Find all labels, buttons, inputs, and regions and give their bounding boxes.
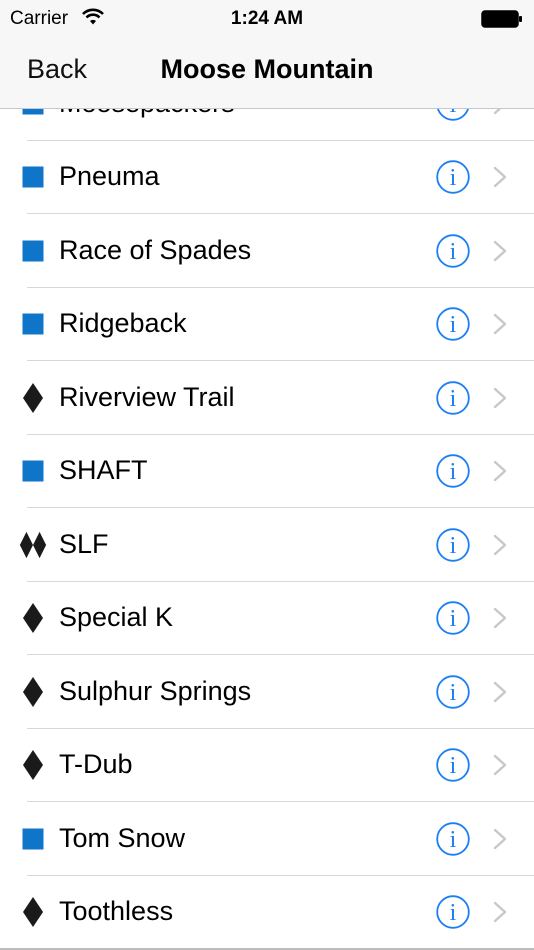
run-name: Sulphur Springs (59, 675, 252, 706)
battery-icon (481, 10, 523, 33)
info-button-icon[interactable]: i (436, 528, 470, 562)
chevron-right-icon (493, 313, 507, 335)
svg-text:i: i (450, 606, 457, 632)
blue-square-icon (18, 236, 48, 266)
chevron-right-icon (493, 240, 507, 262)
black-diamond-icon (18, 603, 48, 634)
run-name: Race of Spades (59, 234, 252, 265)
page-title: Moose Mountain (160, 54, 374, 84)
info-button-icon[interactable]: i (436, 748, 470, 782)
svg-text:i: i (450, 753, 457, 779)
blue-square-icon (18, 456, 48, 486)
run-name: Riverview Trail (59, 381, 235, 412)
info-button-icon[interactable]: i (436, 454, 470, 488)
run-name: Pneuma (59, 161, 160, 192)
chevron-right-icon (493, 754, 507, 776)
svg-text:i: i (450, 533, 457, 559)
list-item[interactable]: Tom Snow i (0, 802, 534, 876)
chevron-right-icon (493, 607, 507, 629)
svg-text:i: i (450, 239, 457, 265)
svg-text:i: i (450, 165, 457, 191)
list-item[interactable]: SLF i (0, 508, 534, 582)
chevron-right-icon (493, 534, 507, 556)
svg-text:i: i (450, 386, 457, 412)
info-button-icon[interactable]: i (436, 160, 470, 194)
list-item[interactable]: Pneuma i (0, 141, 534, 215)
list-item[interactable]: Race of Spades i (0, 214, 534, 288)
run-name: Ridgeback (59, 308, 187, 339)
chevron-right-icon (493, 828, 507, 850)
black-diamond-icon (18, 897, 48, 928)
svg-text:i: i (450, 900, 457, 926)
info-button-icon[interactable]: i (436, 307, 470, 341)
blue-square-icon (18, 309, 48, 339)
blue-square-icon (18, 162, 48, 192)
run-name: Special K (59, 602, 174, 633)
status-time: 1:24 AM (230, 8, 304, 29)
chevron-right-icon (493, 901, 507, 923)
navigation-bar: Back Moose Mountain (0, 40, 534, 109)
svg-text:i: i (450, 680, 457, 706)
svg-text:i: i (450, 827, 457, 853)
status-bar: Carrier 1:24 AM (0, 0, 534, 40)
run-name: SHAFT (59, 455, 148, 486)
black-diamond-icon (18, 676, 48, 707)
double-black-diamond-icon (18, 530, 48, 560)
list-item[interactable]: Sulphur Springs i (0, 655, 534, 729)
chevron-right-icon (493, 460, 507, 482)
info-button-icon[interactable]: i (436, 675, 470, 709)
chevron-right-icon (493, 166, 507, 188)
list-item[interactable]: Special K i (0, 582, 534, 656)
black-diamond-icon (18, 382, 48, 413)
list-item[interactable]: Toothless i (0, 876, 534, 950)
run-list: MoosepackersiPneumaiRace of SpadesiRidge… (0, 67, 534, 949)
run-name: Toothless (59, 896, 174, 927)
list-item[interactable]: Ridgeback i (0, 288, 534, 362)
black-diamond-icon (18, 750, 48, 781)
list-item[interactable]: Riverview Trail i (0, 361, 534, 435)
list-item[interactable]: SHAFT i (0, 435, 534, 509)
info-button-icon[interactable]: i (436, 381, 470, 415)
run-name: T-Dub (59, 749, 133, 780)
info-button-icon[interactable]: i (436, 895, 470, 929)
blue-square-icon (18, 824, 48, 854)
run-name: SLF (59, 528, 109, 559)
chevron-right-icon (493, 681, 507, 703)
info-button-icon[interactable]: i (436, 234, 470, 268)
run-name: Tom Snow (59, 822, 186, 853)
list-item[interactable]: T-Dub i (0, 729, 534, 803)
info-button-icon[interactable]: i (436, 822, 470, 856)
info-button-icon[interactable]: i (436, 601, 470, 635)
chevron-right-icon (493, 387, 507, 409)
svg-text:i: i (450, 459, 457, 485)
svg-text:i: i (450, 312, 457, 338)
